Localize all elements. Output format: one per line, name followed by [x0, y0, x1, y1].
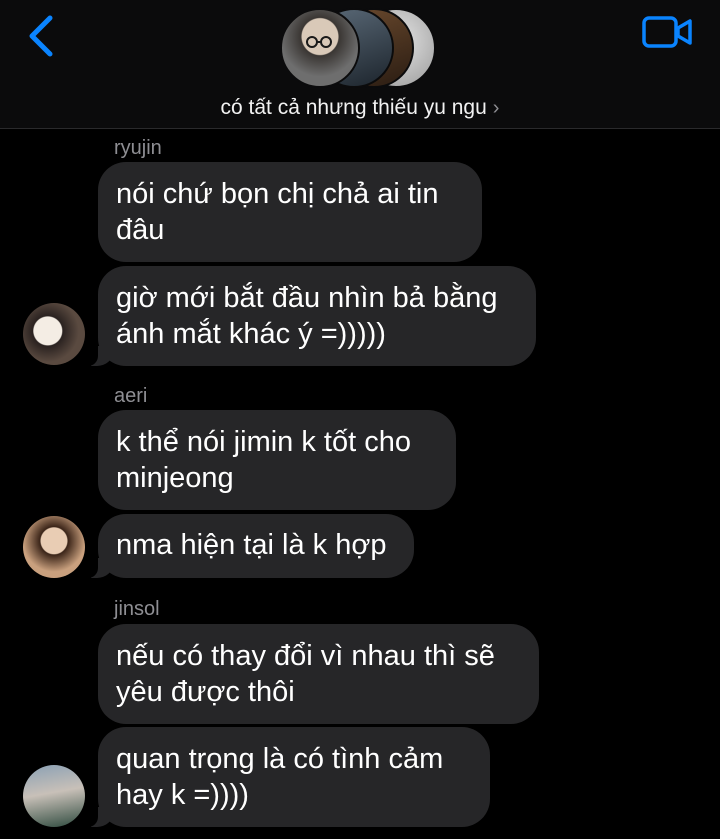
message-text: nma hiện tại là k hợp [116, 529, 387, 561]
group-name-label: có tất cả nhưng thiếu yu ngu [220, 96, 487, 119]
sender-name-jinsol: jinsol [114, 598, 160, 620]
message-bubble[interactable]: nói chứ bọn chị chả ai tin đâu [98, 162, 482, 262]
person-photo-icon [306, 36, 332, 48]
message-bubble[interactable]: giờ mới bắt đầu nhìn bả bằng ánh mắt khá… [86, 266, 536, 366]
message-text: quan trọng là có tình cảm hay k =)))) [116, 743, 444, 811]
message-text: nếu có thay đổi vì nhau thì sẽ yêu được … [116, 640, 495, 708]
sender-name-aeri: aeri [114, 385, 148, 407]
video-call-button[interactable] [640, 12, 696, 52]
group-avatar-1 [280, 8, 360, 88]
message-text: giờ mới bắt đầu nhìn bả bằng ánh mắt khá… [116, 282, 498, 350]
chat-header: có tất cả nhưng thiếu yu ngu › [0, 0, 720, 129]
group-avatars[interactable] [280, 8, 440, 88]
avatar-ryujin[interactable] [23, 303, 85, 365]
message-text: k thể nói jimin k tốt cho minjeong [116, 426, 411, 494]
video-camera-icon [642, 16, 692, 48]
message-bubble[interactable]: nma hiện tại là k hợp [86, 514, 414, 578]
sender-name-ryujin: ryujin [114, 137, 162, 159]
message-text: nói chứ bọn chị chả ai tin đâu [116, 178, 439, 246]
message-bubble[interactable]: k thể nói jimin k tốt cho minjeong [98, 410, 456, 510]
chevron-right-icon: › [492, 97, 500, 119]
message-bubble[interactable]: nếu có thay đổi vì nhau thì sẽ yêu được … [98, 624, 539, 724]
avatar-jinsol[interactable] [23, 765, 85, 827]
chevron-left-icon [29, 15, 53, 57]
back-button[interactable] [22, 10, 66, 62]
message-bubble[interactable]: quan trọng là có tình cảm hay k =)))) [86, 727, 490, 827]
group-name[interactable]: có tất cả nhưng thiếu yu ngu › [0, 96, 720, 120]
avatar-aeri[interactable] [23, 516, 85, 578]
